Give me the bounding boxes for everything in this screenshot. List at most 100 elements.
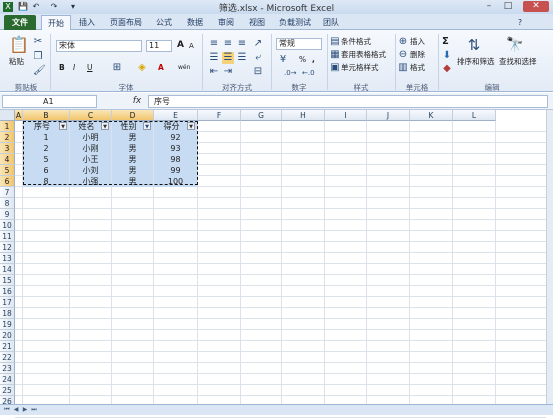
- row-header[interactable]: 1: [0, 121, 15, 132]
- paste-button-label[interactable]: 粘贴: [9, 57, 24, 67]
- bold-button[interactable]: B: [59, 63, 65, 73]
- decrease-decimal-icon[interactable]: ←.0: [302, 67, 315, 79]
- font-color-button[interactable]: A: [158, 63, 164, 73]
- row-header[interactable]: 3: [0, 143, 15, 154]
- format-cells-icon[interactable]: ▥: [398, 62, 408, 74]
- align-right-icon[interactable]: ☰: [236, 52, 248, 64]
- cell-styles-button[interactable]: 单元格样式: [341, 63, 379, 73]
- format-table-button[interactable]: 套用表格格式: [341, 50, 386, 60]
- row-header[interactable]: 13: [0, 253, 15, 264]
- row-header[interactable]: 8: [0, 198, 15, 209]
- row-header[interactable]: 12: [0, 242, 15, 253]
- last-sheet-icon[interactable]: ⏭: [30, 405, 38, 414]
- row-header[interactable]: 2: [0, 132, 15, 143]
- percent-button[interactable]: %: [299, 55, 306, 65]
- row-header[interactable]: 14: [0, 264, 15, 275]
- next-sheet-icon[interactable]: ▶: [21, 405, 29, 414]
- number-format-select[interactable]: 常规: [276, 38, 322, 50]
- fill-color-icon[interactable]: ◈: [136, 62, 148, 74]
- row-header[interactable]: 5: [0, 165, 15, 176]
- row-header[interactable]: 24: [0, 374, 15, 385]
- autosum-button[interactable]: Σ: [442, 37, 449, 47]
- sort-filter-button[interactable]: 排序和筛选: [457, 57, 495, 67]
- borders-icon[interactable]: ⊞: [111, 62, 123, 74]
- column-header-d[interactable]: D: [112, 110, 154, 121]
- sort-filter-icon[interactable]: ⇅: [464, 35, 484, 55]
- name-box[interactable]: A1: [2, 95, 97, 108]
- conditional-format-button[interactable]: 条件格式: [341, 37, 371, 47]
- align-middle-icon[interactable]: ≡: [222, 38, 234, 50]
- column-header-k[interactable]: K: [410, 110, 453, 121]
- row-header[interactable]: 25: [0, 385, 15, 396]
- conditional-format-icon[interactable]: ▤: [330, 36, 340, 48]
- increase-indent-icon[interactable]: ⇥: [222, 66, 234, 78]
- decrease-indent-icon[interactable]: ⇤: [208, 66, 220, 78]
- row-header[interactable]: 19: [0, 319, 15, 330]
- column-header-c[interactable]: C: [70, 110, 112, 121]
- font-size-select[interactable]: 11: [146, 40, 172, 52]
- row-header[interactable]: 21: [0, 341, 15, 352]
- help-icon[interactable]: ?: [514, 15, 526, 30]
- tab-view[interactable]: 视图: [244, 15, 270, 30]
- row-header[interactable]: 9: [0, 209, 15, 220]
- minimize-button[interactable]: –: [480, 1, 498, 12]
- formula-input[interactable]: 序号: [148, 95, 548, 108]
- tab-home[interactable]: 开始: [41, 15, 71, 31]
- tab-data[interactable]: 数据: [182, 15, 208, 30]
- tab-review[interactable]: 审阅: [213, 15, 239, 30]
- cell-styles-icon[interactable]: ▣: [330, 62, 340, 74]
- close-button[interactable]: ✕: [523, 1, 549, 12]
- row-header[interactable]: 10: [0, 220, 15, 231]
- row-header[interactable]: 20: [0, 330, 15, 341]
- vertical-scrollbar[interactable]: [546, 110, 553, 405]
- column-header-a[interactable]: A: [15, 110, 23, 121]
- column-header-i[interactable]: I: [325, 110, 367, 121]
- column-header-l[interactable]: L: [453, 110, 496, 121]
- align-center-icon[interactable]: ☰: [222, 52, 234, 64]
- row-header[interactable]: 11: [0, 231, 15, 242]
- row-header[interactable]: 4: [0, 154, 15, 165]
- grow-font-button[interactable]: A: [177, 40, 184, 50]
- phonetic-button[interactable]: wén: [178, 63, 190, 73]
- row-header[interactable]: 18: [0, 308, 15, 319]
- select-all-corner[interactable]: [0, 110, 15, 121]
- tab-load-test[interactable]: 负载测试: [275, 15, 315, 30]
- row-header[interactable]: 15: [0, 275, 15, 286]
- row-header[interactable]: 16: [0, 286, 15, 297]
- format-painter-icon[interactable]: 🖌: [33, 65, 46, 77]
- row-header[interactable]: 22: [0, 352, 15, 363]
- align-top-icon[interactable]: ≡: [208, 38, 220, 50]
- font-name-select[interactable]: 宋体: [56, 40, 142, 52]
- find-select-icon[interactable]: 🔭: [505, 35, 525, 55]
- column-header-f[interactable]: F: [198, 110, 241, 121]
- shrink-font-button[interactable]: A: [189, 41, 194, 51]
- tab-team[interactable]: 团队: [320, 15, 342, 30]
- align-left-icon[interactable]: ☰: [208, 52, 220, 64]
- tab-page-layout[interactable]: 页面布局: [104, 15, 148, 30]
- maximize-button[interactable]: □: [499, 1, 517, 12]
- orientation-icon[interactable]: ↗: [252, 38, 264, 50]
- currency-icon[interactable]: ¥: [277, 54, 289, 66]
- increase-decimal-icon[interactable]: .0→: [284, 67, 297, 79]
- paste-icon[interactable]: 📋: [9, 36, 29, 54]
- align-bottom-icon[interactable]: ≡: [236, 38, 248, 50]
- delete-cells-button[interactable]: 删除: [410, 50, 425, 60]
- column-header-e[interactable]: E: [154, 110, 198, 121]
- first-sheet-icon[interactable]: ⏮: [3, 405, 11, 414]
- column-header-h[interactable]: H: [282, 110, 325, 121]
- delete-cells-icon[interactable]: ⊖: [398, 49, 408, 61]
- clear-icon[interactable]: ◆: [442, 63, 452, 75]
- cut-icon[interactable]: ✂: [33, 36, 43, 48]
- tab-formulas[interactable]: 公式: [151, 15, 177, 30]
- copy-icon[interactable]: ❐: [33, 51, 43, 63]
- row-header[interactable]: 6: [0, 176, 15, 187]
- find-select-button[interactable]: 查找和选择: [499, 57, 537, 67]
- format-table-icon[interactable]: ▦: [330, 49, 340, 61]
- column-header-b[interactable]: B: [23, 110, 70, 121]
- italic-button[interactable]: I: [73, 63, 75, 73]
- row-header[interactable]: 17: [0, 297, 15, 308]
- comma-button[interactable]: ,: [312, 55, 315, 65]
- row-header[interactable]: 7: [0, 187, 15, 198]
- fill-icon[interactable]: ⬇: [442, 50, 452, 62]
- merge-center-icon[interactable]: ⊟: [252, 66, 264, 78]
